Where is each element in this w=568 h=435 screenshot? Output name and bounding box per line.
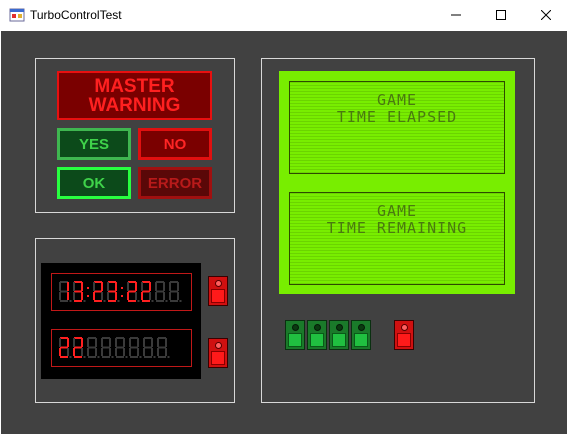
minimize-button[interactable] bbox=[433, 0, 478, 30]
window-title: TurboControlTest bbox=[30, 8, 122, 22]
button-cap-icon bbox=[288, 333, 302, 347]
led-icon bbox=[336, 324, 343, 331]
close-icon bbox=[540, 10, 551, 20]
remaining-subtitle: TIME REMAINING bbox=[326, 219, 468, 237]
remaining-box: GAME TIME REMAINING bbox=[289, 192, 505, 285]
led-icon bbox=[358, 324, 365, 331]
counter-segments bbox=[59, 337, 170, 358]
led-icon bbox=[292, 324, 299, 331]
counter-display-value: 22 bbox=[52, 330, 53, 331]
led-icon bbox=[215, 280, 222, 287]
button-cap-icon bbox=[310, 333, 324, 347]
error-button[interactable]: ERROR bbox=[138, 167, 212, 199]
remaining-title: GAME bbox=[376, 202, 418, 220]
led-icon bbox=[401, 324, 408, 331]
master-warning-label: MASTER WARNING bbox=[88, 75, 181, 116]
green-button-4[interactable] bbox=[351, 320, 371, 350]
elapsed-box: GAME TIME ELAPSED bbox=[289, 81, 505, 174]
no-label: NO bbox=[163, 135, 187, 153]
button-cap-icon bbox=[354, 333, 368, 347]
error-label: ERROR bbox=[147, 174, 203, 192]
yes-label: YES bbox=[78, 135, 109, 153]
green-button-3[interactable] bbox=[329, 320, 349, 350]
elapsed-subtitle: TIME ELAPSED bbox=[336, 108, 458, 126]
clock-toggle-button[interactable] bbox=[208, 276, 228, 306]
button-cap-icon bbox=[211, 351, 225, 365]
time-display: 13:23:22 bbox=[51, 273, 192, 311]
counter-display: 22 bbox=[51, 329, 192, 367]
yes-button[interactable]: YES bbox=[57, 128, 131, 160]
lcd-screen: GAME TIME ELAPSED GAME TIME REMAINING bbox=[279, 71, 515, 294]
title-bar: TurboControlTest bbox=[0, 0, 568, 30]
button-cap-icon bbox=[397, 333, 411, 347]
green-button-2[interactable] bbox=[307, 320, 327, 350]
button-cap-icon bbox=[211, 289, 225, 303]
maximize-icon bbox=[495, 10, 506, 20]
time-display-value: 13:23:22 bbox=[52, 274, 53, 275]
red-button[interactable] bbox=[394, 320, 414, 350]
maximize-button[interactable] bbox=[478, 0, 523, 30]
led-icon bbox=[314, 324, 321, 331]
elapsed-title: GAME bbox=[376, 91, 418, 109]
app-icon bbox=[9, 8, 25, 22]
button-cap-icon bbox=[332, 333, 346, 347]
ok-button[interactable]: OK bbox=[57, 167, 131, 199]
time-segments bbox=[59, 281, 182, 302]
ok-label: OK bbox=[82, 174, 106, 192]
minimize-icon bbox=[450, 14, 461, 16]
green-button-1[interactable] bbox=[285, 320, 305, 350]
master-warning-button[interactable]: MASTER WARNING bbox=[57, 71, 212, 120]
close-button[interactable] bbox=[523, 0, 568, 30]
led-icon bbox=[215, 342, 222, 349]
counter-toggle-button[interactable] bbox=[208, 338, 228, 368]
no-button[interactable]: NO bbox=[138, 128, 212, 160]
